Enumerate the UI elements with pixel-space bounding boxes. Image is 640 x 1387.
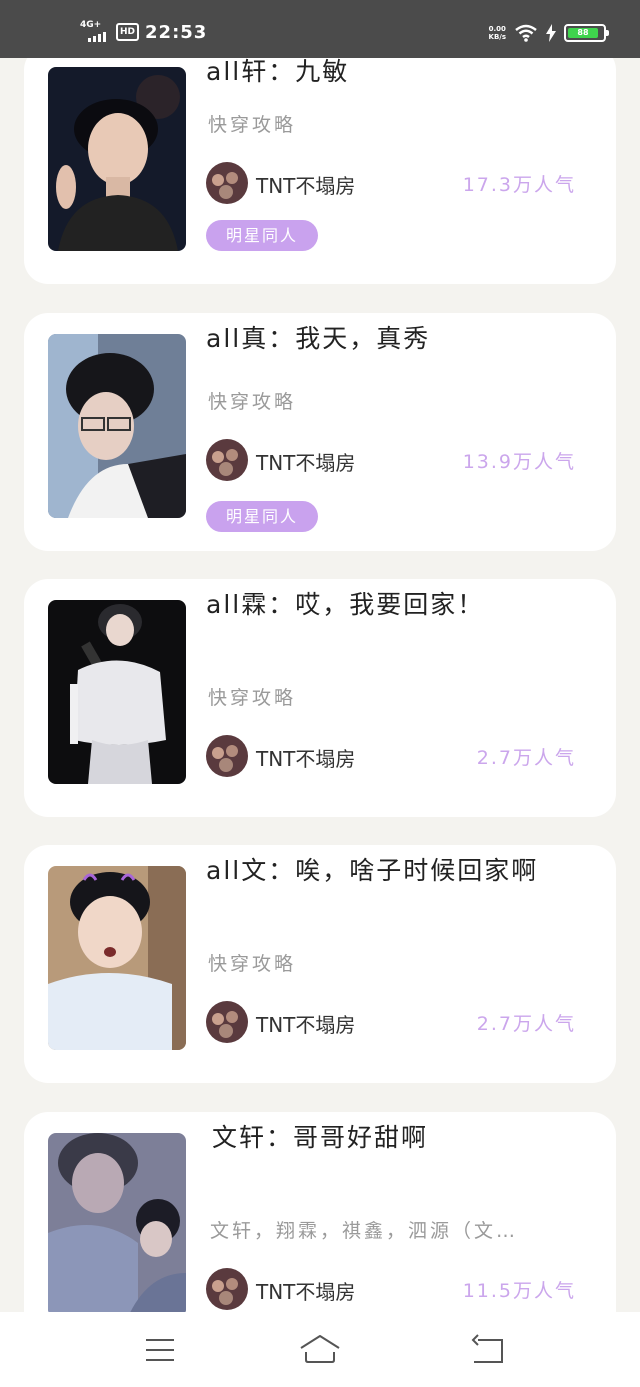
signal-icon: 4G+ bbox=[80, 20, 110, 44]
story-title[interactable]: all文：唉，啥子时候回家啊 bbox=[206, 851, 538, 887]
network-type: 4G+ bbox=[80, 20, 102, 30]
story-category: 快穿攻略 bbox=[208, 391, 297, 413]
story-title[interactable]: all轩：九敏 bbox=[206, 58, 349, 88]
story-category: 快穿攻略 bbox=[208, 687, 297, 709]
genre-tag[interactable]: 明星同人 bbox=[206, 501, 318, 532]
menu-button[interactable] bbox=[140, 1332, 180, 1368]
story-cover-image[interactable] bbox=[48, 600, 186, 784]
author-avatar[interactable] bbox=[206, 1001, 248, 1043]
story-card[interactable]: all文：唉，啥子时候回家啊 快穿攻略 TNT不塌房 2.7万人气 bbox=[24, 845, 616, 1083]
story-title[interactable]: all霖：哎，我要回家！ bbox=[206, 585, 484, 621]
wifi-icon bbox=[515, 24, 537, 42]
story-cover-image[interactable] bbox=[48, 866, 186, 1050]
story-category: 文轩，翔霖，祺鑫，泗源（文… bbox=[210, 1220, 519, 1242]
author-name[interactable]: TNT不塌房 bbox=[256, 170, 355, 199]
back-icon bbox=[471, 1334, 503, 1363]
story-card[interactable]: all真：我天，真秀 快穿攻略 TNT不塌房 13.9万人气 明星同人 bbox=[24, 313, 616, 551]
battery-level: 88 bbox=[568, 28, 598, 38]
charging-icon bbox=[546, 24, 556, 42]
popularity-count: 11.5万人气 bbox=[462, 1280, 576, 1302]
popularity-count: 2.7万人气 bbox=[476, 747, 576, 769]
network-speed: 0.00 KB/s bbox=[488, 25, 506, 41]
back-button[interactable] bbox=[468, 1332, 508, 1368]
story-cover-image[interactable] bbox=[48, 1133, 186, 1312]
popularity-count: 17.3万人气 bbox=[462, 174, 576, 196]
story-category: 快穿攻略 bbox=[208, 114, 297, 136]
story-card[interactable]: all轩：九敏 快穿攻略 TNT不塌房 17.3万人气 明星同人 bbox=[24, 58, 616, 284]
story-cover-image[interactable] bbox=[48, 334, 186, 518]
author-name[interactable]: TNT不塌房 bbox=[256, 743, 355, 772]
story-cover-image[interactable] bbox=[48, 67, 186, 251]
author-avatar[interactable] bbox=[206, 439, 248, 481]
story-card[interactable]: all霖：哎，我要回家！ 快穿攻略 TNT不塌房 2.7万人气 bbox=[24, 579, 616, 817]
genre-tag[interactable]: 明星同人 bbox=[206, 220, 318, 251]
author-avatar[interactable] bbox=[206, 162, 248, 204]
story-feed[interactable]: all轩：九敏 快穿攻略 TNT不塌房 17.3万人气 明星同人 all真：我天… bbox=[0, 58, 640, 1312]
popularity-count: 13.9万人气 bbox=[462, 451, 576, 473]
status-bar: 4G+ HD 22:53 0.00 KB/s 88 bbox=[0, 0, 640, 58]
story-title[interactable]: 文轩：哥哥好甜啊 bbox=[212, 1118, 428, 1154]
author-name[interactable]: TNT不塌房 bbox=[256, 1009, 355, 1038]
story-category: 快穿攻略 bbox=[208, 953, 297, 975]
story-title[interactable]: all真：我天，真秀 bbox=[206, 319, 430, 355]
author-name[interactable]: TNT不塌房 bbox=[256, 1276, 355, 1305]
home-icon bbox=[300, 1335, 340, 1363]
menu-icon bbox=[146, 1339, 174, 1361]
author-avatar[interactable] bbox=[206, 735, 248, 777]
author-name[interactable]: TNT不塌房 bbox=[256, 447, 355, 476]
hd-badge: HD bbox=[116, 23, 140, 41]
popularity-count: 2.7万人气 bbox=[476, 1013, 576, 1035]
system-navigation-bar bbox=[0, 1312, 640, 1387]
home-button[interactable] bbox=[298, 1332, 342, 1368]
story-card[interactable]: 文轩：哥哥好甜啊 文轩，翔霖，祺鑫，泗源（文… TNT不塌房 11.5万人气 bbox=[24, 1112, 616, 1312]
battery-icon: 88 bbox=[564, 24, 609, 42]
clock: 22:53 bbox=[145, 21, 208, 43]
author-avatar[interactable] bbox=[206, 1268, 248, 1310]
